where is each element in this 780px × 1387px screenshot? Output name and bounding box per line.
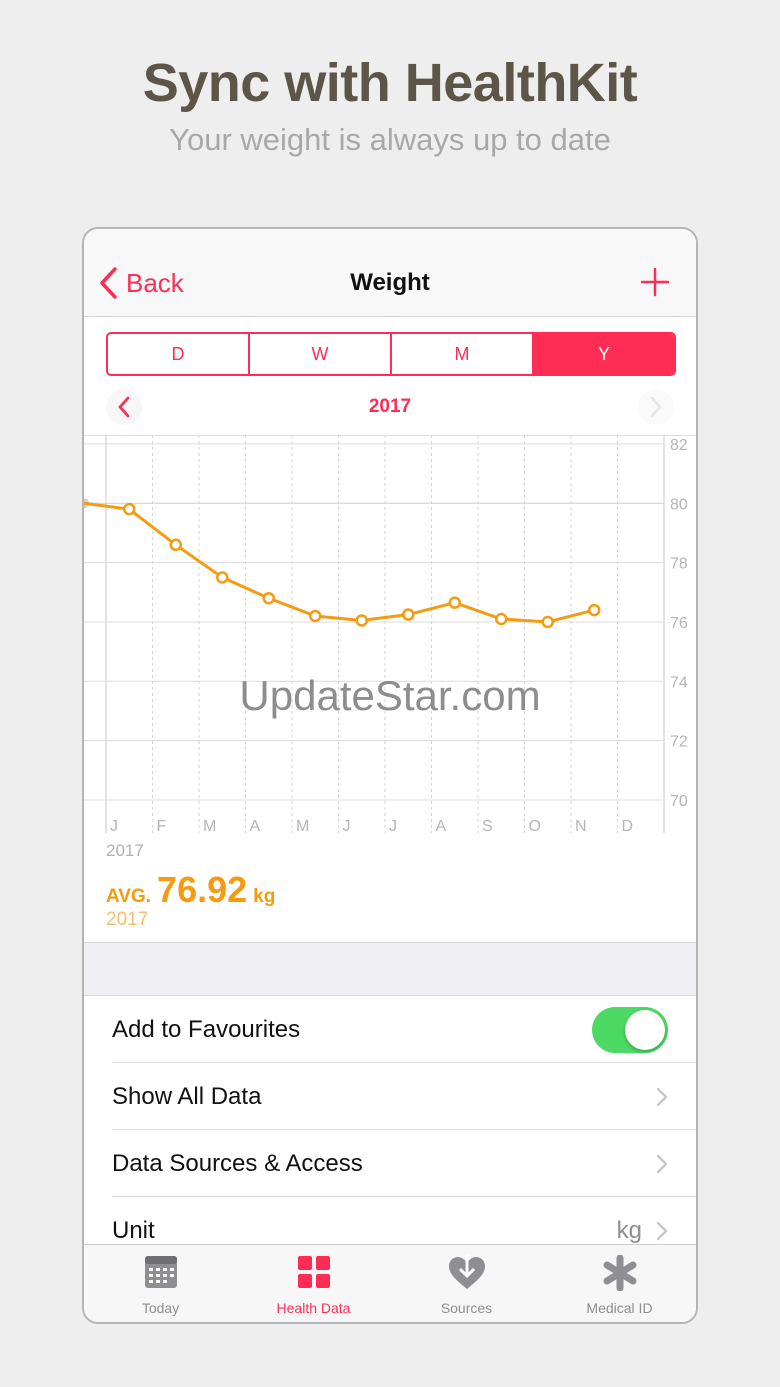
x-tick-label: D <box>622 818 634 835</box>
plus-icon[interactable] <box>640 267 670 297</box>
data-point <box>355 614 368 627</box>
tab-medical-id-label: Medical ID <box>586 1300 653 1316</box>
chevron-right-icon <box>656 1221 668 1240</box>
segment-year[interactable]: Y <box>534 334 674 374</box>
data-point <box>541 615 554 629</box>
period-label: 2017 <box>368 396 412 417</box>
data-sources-label: Data Sources & Access <box>112 1149 363 1177</box>
data-point <box>448 596 461 609</box>
segment-week[interactable]: W <box>250 334 392 374</box>
toggle-knob <box>625 1010 665 1050</box>
average-unit: kg <box>253 886 276 907</box>
x-tick-label: J <box>389 818 397 835</box>
show-all-data-row[interactable]: Show All Data <box>84 1063 696 1130</box>
x-tick-label: A <box>436 818 447 835</box>
period-navigator: 2017 <box>84 389 696 425</box>
y-tick-label: 72 <box>670 734 688 751</box>
next-period-button[interactable] <box>638 389 674 425</box>
x-tick-label: O <box>529 818 541 835</box>
y-tick-label: 70 <box>670 793 688 810</box>
series-lead-in <box>84 501 130 511</box>
average-summary: AVG. 76.92 kg <box>106 869 275 911</box>
data-point <box>402 608 415 621</box>
grid-icon <box>297 1256 330 1288</box>
data-point <box>262 591 275 605</box>
page-title: Weight <box>350 269 430 296</box>
tab-health-data-label: Health Data <box>276 1300 351 1316</box>
unit-value: kg <box>616 1216 642 1244</box>
section-spacer <box>84 942 696 996</box>
y-tick-label: 76 <box>670 615 688 632</box>
data-point <box>123 502 136 516</box>
calendar-icon <box>144 1256 177 1288</box>
segment-day[interactable]: D <box>108 334 250 374</box>
settings-list: Add to Favourites Show All Data Data Sou… <box>84 996 696 1264</box>
chart-svg: 82807876747270J F M A M J J A S O N D <box>84 435 696 835</box>
average-value: 76.92 <box>157 869 248 910</box>
marketing-title: Sync with HealthKit <box>142 53 638 113</box>
x-tick-label: M <box>203 818 216 835</box>
chevron-right-icon <box>650 396 662 418</box>
weight-chart: 82 80 78 76 74 72 70 J F M A M J J A S O N D <box>84 435 696 839</box>
tab-health-data[interactable]: Health Data <box>237 1245 390 1322</box>
x-tick-label: F <box>157 818 167 835</box>
marketing-subtitle: Your weight is always up to date <box>169 122 611 157</box>
y-tick-label: 78 <box>670 556 688 573</box>
data-point <box>588 603 601 617</box>
x-tick-label: M <box>296 818 309 835</box>
watermark: UpdateStar.com <box>239 672 541 719</box>
unit-label: Unit <box>112 1216 155 1244</box>
average-label: AVG. <box>106 886 152 907</box>
show-all-data-label: Show All Data <box>112 1082 262 1110</box>
period-segmented-control: D W M Y <box>106 332 676 376</box>
phone-screen: Back Weight D W M Y 2017 82 80 78 76 74 72 70 J… <box>82 227 698 1324</box>
tab-bar: Today Health Data Sources Medical ID <box>84 1244 696 1322</box>
navigation-bar: Back Weight <box>84 229 696 317</box>
data-point <box>216 571 229 584</box>
tab-medical-id[interactable]: Medical ID <box>543 1245 696 1322</box>
segment-month[interactable]: M <box>392 334 534 374</box>
y-tick-label: 80 <box>670 496 688 513</box>
x-tick-label: J <box>343 818 351 835</box>
tab-sources-label: Sources <box>440 1300 493 1316</box>
tab-sources[interactable]: Sources <box>390 1245 543 1322</box>
chart-year-label: 2017 <box>106 841 144 860</box>
data-sources-row[interactable]: Data Sources & Access <box>84 1130 696 1197</box>
x-tick-label: A <box>250 818 261 835</box>
add-to-favourites-label: Add to Favourites <box>112 1015 301 1043</box>
x-tick-label: J <box>110 818 118 835</box>
asterisk-icon <box>603 1255 636 1291</box>
chevron-right-icon <box>656 1154 668 1173</box>
data-point <box>495 612 508 626</box>
data-point <box>169 538 182 552</box>
x-tick-label: S <box>482 818 493 835</box>
add-to-favourites-row: Add to Favourites <box>84 996 696 1063</box>
x-tick-label: N <box>575 818 587 835</box>
y-tick-label: 82 <box>670 437 688 454</box>
tab-today-label: Today <box>141 1300 180 1316</box>
data-point <box>309 609 322 623</box>
favourites-toggle[interactable] <box>592 1007 668 1053</box>
tab-today[interactable]: Today <box>84 1245 237 1322</box>
chevron-right-icon <box>656 1087 668 1106</box>
heart-download-icon <box>448 1255 485 1289</box>
average-year: 2017 <box>106 909 149 930</box>
